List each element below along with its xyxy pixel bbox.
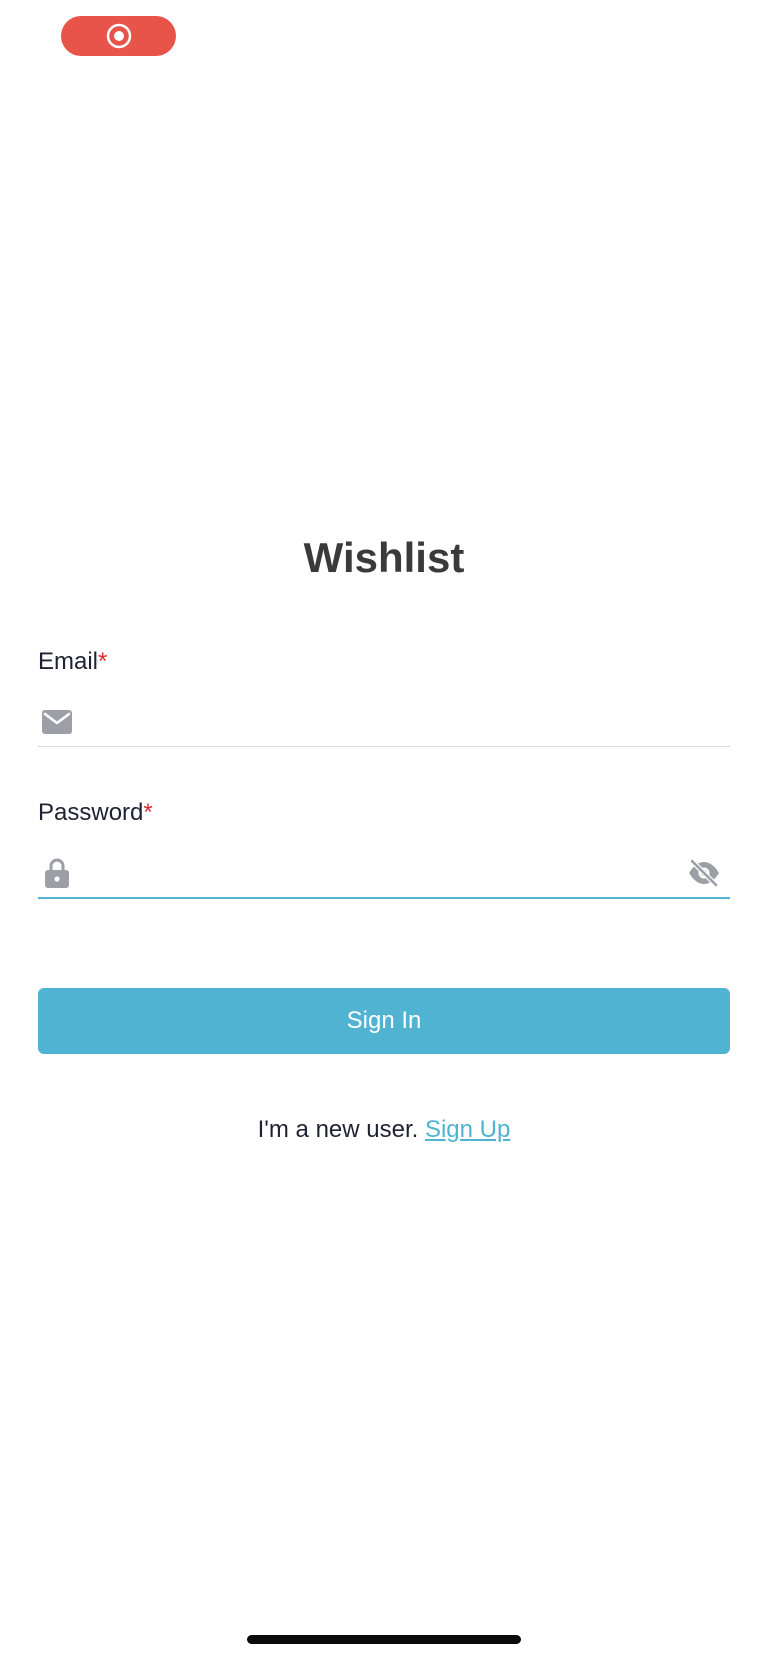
password-label-text: Password — [38, 799, 144, 826]
envelope-icon — [40, 705, 74, 739]
email-required-mark: * — [98, 648, 108, 675]
signup-prompt-text: I'm a new user. — [257, 1116, 419, 1143]
sign-up-link[interactable]: Sign Up — [425, 1116, 510, 1143]
app-title: Wishlist — [303, 534, 465, 581]
eye-off-icon[interactable] — [684, 853, 724, 893]
lock-icon — [40, 856, 74, 890]
password-field[interactable] — [38, 849, 730, 899]
screen-recording-indicator[interactable] — [61, 16, 176, 56]
email-label-text: Email — [38, 648, 99, 675]
password-label: Password* — [38, 798, 153, 828]
password-input[interactable] — [74, 853, 684, 893]
home-indicator[interactable] — [247, 1635, 521, 1644]
email-label: Email* — [38, 647, 107, 677]
sign-in-button[interactable]: Sign In — [38, 988, 730, 1054]
signup-prompt-line: I'm a new user. Sign Up — [0, 1114, 768, 1146]
screen-recording-icon — [106, 23, 131, 49]
email-input[interactable] — [74, 702, 730, 742]
email-field[interactable] — [38, 698, 730, 747]
password-required-mark: * — [143, 799, 153, 826]
